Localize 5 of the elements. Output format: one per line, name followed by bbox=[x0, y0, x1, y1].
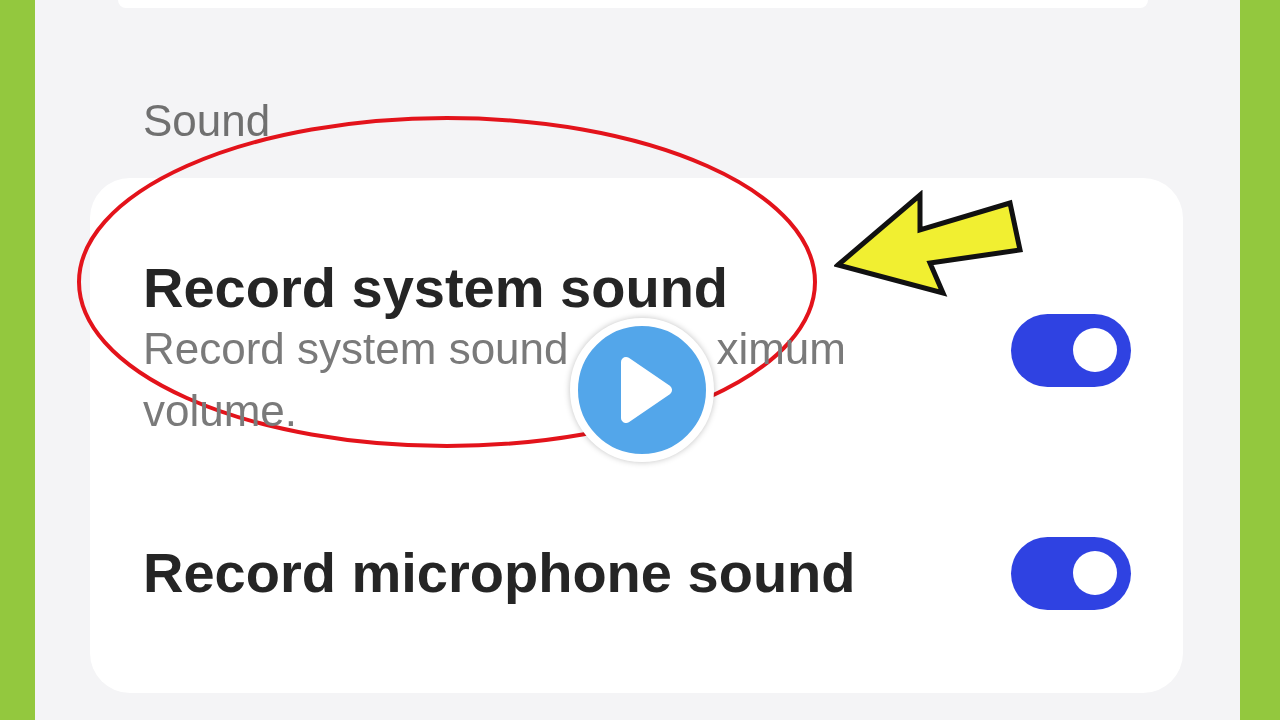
setting-title: Record microphone sound bbox=[143, 543, 856, 603]
setting-title: Record system sound bbox=[143, 258, 729, 318]
section-header: Sound bbox=[143, 95, 271, 147]
play-icon bbox=[621, 357, 673, 423]
setting-description: Record system sound bbox=[143, 322, 569, 375]
